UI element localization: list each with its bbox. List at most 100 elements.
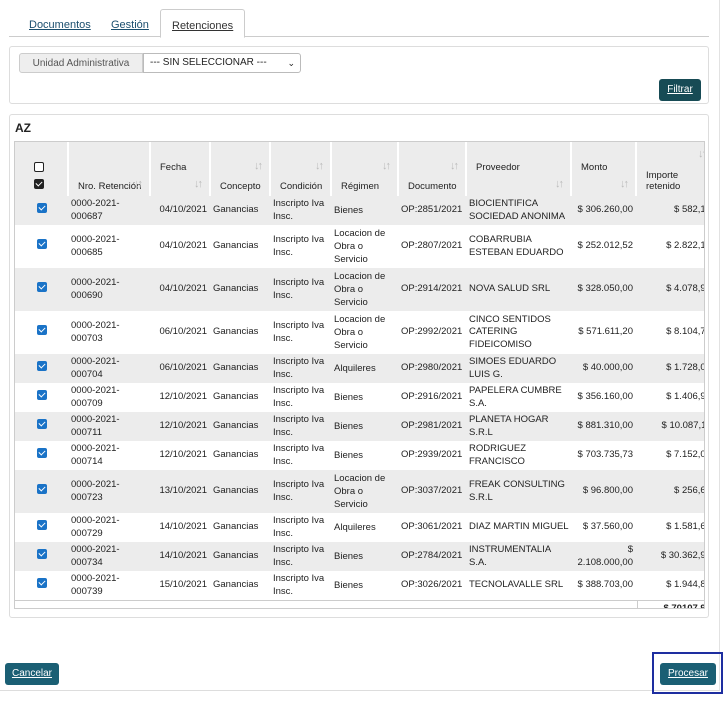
select-all-header [15,142,69,196]
table-row[interactable]: 0000-2021-000703 06/10/2021 Ganancias Inscr… [15,311,704,354]
cell-concepto: Ganancias [211,470,271,513]
cell-condicion: Inscripto Iva Insc. [271,470,332,513]
cell-concepto: Ganancias [211,412,271,441]
cancel-button-label: Cancelar [11,668,53,679]
header-documento[interactable]: Documento ↓↑ [399,142,467,196]
right-divider [719,0,720,690]
header-concepto-label: Concepto [220,181,261,192]
row-checkbox[interactable] [37,239,47,250]
cell-regimen: Bienes [332,542,399,571]
table-row[interactable]: 0000-2021-000739 15/10/2021 Ganancias Inscr… [15,571,704,600]
footer-divider [0,690,720,691]
cell-documento: OP:2851/2021 [399,196,467,225]
table-row[interactable]: 0000-2021-000685 04/10/2021 Ganancias Inscr… [15,225,704,268]
tab-retenciones[interactable]: Retenciones [160,9,246,38]
header-importe[interactable]: Importe retenido ↓↑ [637,142,704,196]
table-row[interactable]: 0000-2021-000729 14/10/2021 Ganancias Inscr… [15,513,704,542]
cell-documento: OP:3061/2021 [401,521,463,533]
header-regimen-label: Régimen [341,181,380,192]
header-fecha[interactable]: Fecha ↓↑ [151,142,211,196]
cell-fecha: 04/10/2021 [151,196,211,225]
row-checkbox[interactable] [37,578,47,589]
cell-nro: 0000-2021-000723 [69,470,151,513]
row-checkbox[interactable] [37,282,47,293]
table-row[interactable]: 0000-2021-000711 12/10/2021 Ganancias Inscr… [15,412,704,441]
cell-fecha: 06/10/2021 [151,354,211,383]
row-checkbox[interactable] [37,520,47,531]
cell-fecha: 04/10/2021 [151,268,211,311]
cell-nro: 0000-2021-000690 [69,268,151,311]
table-row[interactable]: 0000-2021-000709 12/10/2021 Ganancias Inscr… [15,383,704,412]
cell-condicion: Inscripto Iva Insc. [271,268,332,311]
row-select-cell [15,571,69,600]
header-condicion[interactable]: Condición ↓↑ [271,142,332,196]
cell-importe: $ 582,15 [637,196,704,225]
row-checkbox[interactable] [37,549,47,560]
table-row[interactable]: 0000-2021-000704 06/10/2021 Ganancias Inscr… [15,354,704,383]
sort-icon: ↓↑ [450,160,459,172]
cell-nro: 0000-2021-000734 [69,542,151,571]
cell-monto: $ 356.160,00 [577,391,633,403]
cell-fecha: 15/10/2021 [159,579,207,591]
row-checkbox[interactable] [37,419,47,430]
row-checkbox[interactable] [37,203,47,214]
cell-concepto: Ganancias [213,240,259,252]
cell-monto: $ 2.108.000,00 [572,542,637,571]
table-row[interactable]: 0000-2021-000734 14/10/2021 Ganancias Inscr… [15,542,704,571]
header-monto[interactable]: Monto ↓↑ [572,142,637,196]
header-proveedor[interactable]: Proveedor ↓↑ [467,142,572,196]
deselect-all-checkbox[interactable] [34,162,44,172]
process-button[interactable]: Procesar [660,663,716,685]
header-importe-label: Importe retenido [646,170,681,192]
cell-fecha: 04/10/2021 [159,240,207,252]
unit-select-value: --- SIN SELECCIONAR --- [150,57,267,68]
cell-regimen: Locacion de Obra o Servicio [334,314,386,351]
cell-documento: OP:2916/2021 [401,391,463,403]
cell-condicion: Inscripto Iva Insc. [273,443,325,467]
cell-proveedor: FREAK CONSULTING S.R.L [467,470,572,513]
cell-importe: $ 10.087,11 [637,412,704,441]
cell-regimen: Alquileres [334,522,376,533]
header-monto-label: Monto [581,161,608,173]
retentions-table-container: Nro. Retención ↓↑ Fecha ↓↑ Concepto ↓↑ Cond… [14,141,705,609]
header-fecha-label: Fecha [160,161,187,173]
cell-regimen: Bienes [334,580,364,591]
unit-select[interactable]: --- SIN SELECCIONAR --- ⌄ [143,53,301,73]
filter-button[interactable]: Filtrar [659,79,701,101]
cell-proveedor: NOVA SALUD SRL [467,268,572,311]
sort-icon: ↓↑ [194,178,203,190]
table-row[interactable]: 0000-2021-000714 12/10/2021 Ganancias Inscr… [15,441,704,470]
row-select-cell [15,311,69,354]
cell-monto: $ 703.735,73 [577,449,633,461]
cell-condicion: Inscripto Iva Insc. [271,542,332,571]
tab-documentos[interactable]: Documentos [29,13,91,37]
az-sort-icon[interactable]: AZ [15,121,31,135]
row-checkbox[interactable] [37,390,47,401]
row-checkbox[interactable] [37,325,47,336]
row-checkbox[interactable] [37,484,47,495]
header-regimen[interactable]: Régimen ↓↑ [332,142,399,196]
row-checkbox[interactable] [37,448,47,459]
cell-concepto: Ganancias [213,326,259,338]
tab-gestion[interactable]: Gestión [111,13,149,37]
row-checkbox[interactable] [37,361,47,372]
header-condicion-label: Condición [280,181,323,192]
header-concepto[interactable]: Concepto ↓↑ [211,142,271,196]
table-row[interactable]: 0000-2021-000687 04/10/2021 Ganancias Inscr… [15,196,704,225]
cell-importe: $ 2.822,10 [666,240,704,252]
cell-concepto: Ganancias [211,354,271,383]
table-row[interactable]: 0000-2021-000723 13/10/2021 Ganancias Inscr… [15,470,704,513]
cell-regimen: Bienes [332,412,399,441]
cell-monto: $ 96.800,00 [572,470,637,513]
cell-importe: $ 1.944,84 [666,579,704,591]
header-nro[interactable]: Nro. Retención ↓↑ [69,142,151,196]
select-all-checkbox[interactable] [34,179,44,189]
cell-regimen: Locacion de Obra o Servicio [332,470,399,513]
cell-documento: OP:2784/2021 [399,542,467,571]
cell-condicion: Inscripto Iva Insc. [273,234,325,258]
cell-condicion: Inscripto Iva Insc. [273,385,325,409]
row-select-cell [15,513,69,542]
cell-documento: OP:2807/2021 [401,240,463,252]
table-row[interactable]: 0000-2021-000690 04/10/2021 Ganancias Inscr… [15,268,704,311]
cancel-button[interactable]: Cancelar [5,663,59,685]
